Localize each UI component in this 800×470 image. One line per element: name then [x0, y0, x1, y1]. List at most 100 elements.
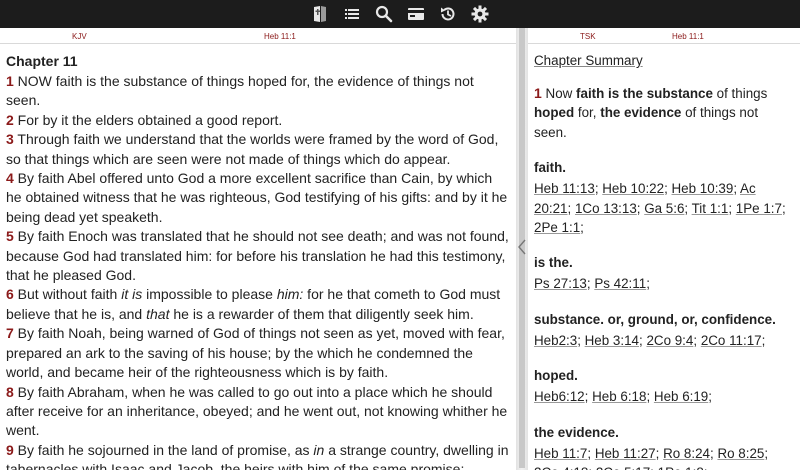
cross-reference-link[interactable]: 2Pe 1:1	[534, 220, 580, 235]
cross-reference-link[interactable]: Ro 8:25	[717, 446, 764, 461]
tsk-section: substance. or, ground, or, confidence. He…	[534, 310, 794, 350]
cross-reference-link[interactable]: Heb 6:18	[592, 389, 646, 404]
cross-reference-link[interactable]: 1Pe 1:8	[658, 465, 704, 470]
verse-text: Now	[541, 86, 577, 101]
verse[interactable]: 8 By faith Abraham, when he was called t…	[6, 383, 510, 441]
cross-reference-list: Heb6:12; Heb 6:18; Heb 6:19;	[534, 387, 794, 406]
reference-separator: ;	[567, 200, 575, 216]
version-label[interactable]: KJV	[72, 32, 87, 41]
verse[interactable]: 4 By faith Abel offered unto God a more …	[6, 169, 510, 227]
verse-number: 2	[6, 111, 14, 128]
cross-reference-link[interactable]: Heb 10:22	[602, 181, 664, 196]
reference-separator: ;	[580, 220, 584, 236]
verse[interactable]: 9 By faith he sojourned in the land of p…	[6, 441, 510, 470]
header-divider	[528, 43, 800, 44]
reference-separator: ;	[650, 465, 657, 470]
reference-separator: ;	[728, 200, 736, 216]
reference-separator: ;	[587, 445, 595, 461]
top-toolbar	[0, 0, 800, 28]
verse-italic-text: that	[146, 305, 170, 322]
tsk-section-heading: faith.	[534, 160, 566, 176]
search-icon[interactable]	[368, 0, 400, 28]
cross-reference-link[interactable]: Tit 1:1	[692, 201, 729, 216]
verse-number: 4	[6, 170, 14, 187]
reference-separator: ;	[664, 181, 672, 197]
verse-text: NOW faith is the substance of things hop…	[6, 73, 474, 109]
commentary-pane[interactable]: TSK Heb 11:1 Chapter Summary 1 Now faith…	[528, 28, 800, 470]
cross-reference-link[interactable]: 2Co 11:17	[701, 333, 762, 348]
tsk-section: is the. Ps 27:13; Ps 42:11;	[534, 253, 794, 293]
verse-number: 1	[534, 85, 542, 101]
cross-reference-link[interactable]: 1Co 13:13	[575, 201, 637, 216]
reference-separator: ;	[764, 445, 769, 461]
tsk-section-heading: is the.	[534, 255, 573, 271]
verse-number: 9	[6, 441, 14, 458]
cross-reference-link[interactable]: Heb6:12	[534, 389, 585, 404]
cross-reference-list: Heb2:3; Heb 3:14; 2Co 9:4; 2Co 11:17;	[534, 331, 794, 350]
cross-reference-link[interactable]: Ps 27:13	[534, 276, 587, 291]
cross-reference-list: Heb 11:7; Heb 11:27; Ro 8:24; Ro 8:25; 2…	[534, 444, 794, 470]
cross-reference-link[interactable]: Heb 11:7	[534, 446, 587, 461]
verse-number: 8	[6, 383, 14, 400]
verse-italic-text: in	[313, 441, 325, 458]
verse[interactable]: 5 By faith Enoch was translated that he …	[6, 227, 510, 285]
left-pane-header: KJV Heb 11:1	[0, 28, 516, 44]
cross-reference-link[interactable]: Ps 42:11	[594, 276, 646, 291]
verse-text: impossible to please	[142, 286, 277, 303]
verse[interactable]: 1 NOW faith is the substance of things h…	[6, 72, 510, 111]
tsk-section-heading: hoped.	[534, 368, 578, 384]
verse[interactable]: 3 Through faith we understand that the w…	[6, 130, 510, 169]
verse-number: 3	[6, 131, 14, 148]
tsk-section: the evidence. Heb 11:7; Heb 11:27; Ro 8:2…	[534, 423, 794, 470]
verse-text: But without faith	[13, 286, 122, 303]
tsk-section-list: faith. Heb 11:13; Heb 10:22; Heb 10:39; A…	[534, 158, 794, 470]
verse[interactable]: 6 But without faith it is impossible to …	[6, 285, 510, 324]
cross-reference-link[interactable]: Heb 10:39	[672, 181, 734, 196]
tsk-content: Chapter Summary 1 Now faith is the subst…	[528, 44, 800, 470]
reference-separator: ;	[655, 445, 664, 461]
cross-reference-link[interactable]: Heb2:3	[534, 333, 577, 348]
reference-separator: ;	[646, 389, 654, 405]
tsk-version-label[interactable]: TSK	[580, 32, 596, 41]
cross-reference-link[interactable]: Heb 6:19	[654, 389, 708, 404]
verse-text: of things	[712, 86, 768, 101]
cross-reference-link[interactable]: Heb 11:27	[595, 446, 656, 461]
right-pane-header: TSK Heb 11:1	[528, 28, 800, 44]
cross-reference-link[interactable]: Ro 8:24	[663, 446, 710, 461]
card-icon[interactable]	[400, 0, 432, 28]
gear-icon[interactable]	[464, 0, 496, 28]
cross-reference-link[interactable]: Ga 5:6	[644, 201, 684, 216]
tsk-reference-label[interactable]: Heb 11:1	[672, 32, 704, 41]
chevron-left-icon[interactable]	[515, 238, 529, 256]
chapter-summary-link[interactable]: Chapter Summary	[534, 52, 643, 70]
reference-separator: ;	[708, 389, 712, 405]
cross-reference-link[interactable]: 2Co 9:4	[646, 333, 693, 348]
keyword-text: hoped	[534, 105, 575, 121]
reference-separator: ;	[693, 332, 701, 348]
bible-text-pane[interactable]: KJV Heb 11:1 Chapter 11 1 NOW faith is t…	[0, 28, 516, 470]
book-icon[interactable]	[304, 0, 336, 28]
verse-text: for,	[574, 105, 601, 121]
verse-list: 1 NOW faith is the substance of things h…	[6, 72, 510, 470]
reference-separator: ;	[704, 465, 708, 470]
cross-reference-link[interactable]: 2Co 5:17	[596, 465, 650, 470]
reference-label[interactable]: Heb 11:1	[264, 32, 296, 41]
cross-reference-link[interactable]: Heb 11:13	[534, 181, 595, 196]
cross-reference-link[interactable]: Heb 3:14	[585, 333, 639, 348]
verse[interactable]: 2 For by it the elders obtained a good r…	[6, 111, 510, 130]
reference-separator: ;	[646, 276, 650, 292]
cross-reference-list: Heb 11:13; Heb 10:22; Heb 10:39; Ac 20:2…	[534, 179, 794, 237]
verse-number: 5	[6, 228, 14, 245]
cross-reference-link[interactable]: 1Pe 1:7	[736, 201, 782, 216]
verse-text: By faith Noah, being warned of God of th…	[6, 325, 505, 381]
keyword-text: faith is the substance	[576, 86, 713, 101]
list-icon[interactable]	[336, 0, 368, 28]
verse[interactable]: 7 By faith Noah, being warned of God of …	[6, 324, 510, 382]
verse-italic-text: it is	[121, 286, 143, 303]
history-icon[interactable]	[432, 0, 464, 28]
cross-reference-link[interactable]: 2Co 4:18	[534, 465, 588, 470]
verse-text: Through faith we understand that the wor…	[6, 131, 499, 167]
chapter-content: Chapter 11 1 NOW faith is the substance …	[0, 44, 516, 470]
header-divider	[0, 43, 516, 44]
verse-text: he is a rewarder of them that diligently…	[169, 305, 474, 322]
